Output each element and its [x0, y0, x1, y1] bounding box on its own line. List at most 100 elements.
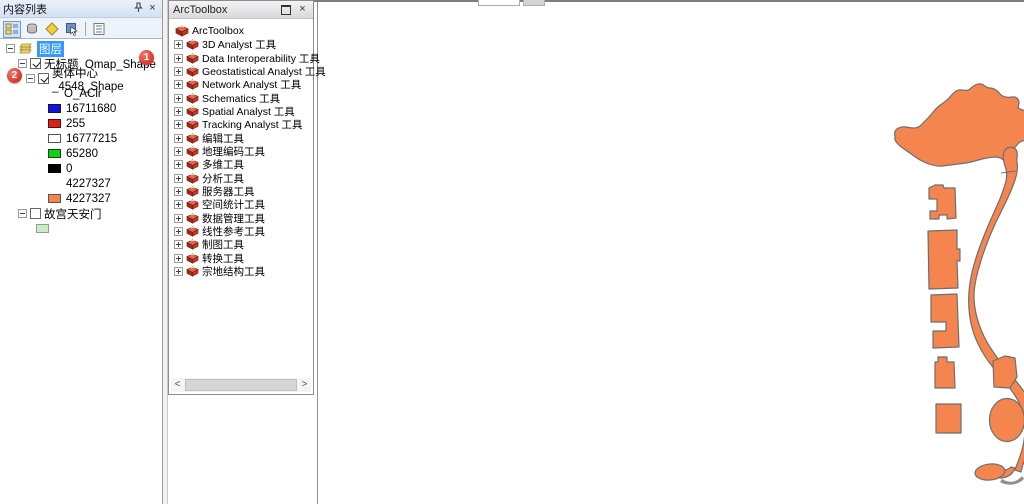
arctoolbox-tree: ArcToolbox 3D Analyst 工具 Data Interopera… — [169, 19, 313, 278]
expand-icon[interactable] — [174, 240, 183, 249]
map-building-3 — [931, 294, 959, 348]
legend-value-label: 4227327 — [66, 178, 111, 190]
toolbox-item[interactable]: 数据管理工具 — [174, 211, 313, 224]
toolbox-icon — [186, 93, 199, 104]
arctoolbox-title: ArcToolbox — [173, 4, 281, 16]
scroll-left-icon[interactable]: < — [171, 378, 184, 392]
expand-icon[interactable] — [174, 254, 183, 263]
arctoolbox-titlebar: ArcToolbox × — [169, 1, 313, 19]
toolbox-item[interactable]: Schematics 工具 — [174, 91, 313, 104]
arctoolbox-root-label[interactable]: ArcToolbox — [192, 25, 244, 37]
toolbox-item[interactable]: 服务器工具 — [174, 185, 313, 198]
toolbox-item[interactable]: Spatial Analyst 工具 — [174, 105, 313, 118]
tree-item-layer2[interactable]: 奥体中心_4548_Shape — [0, 71, 162, 86]
list-by-drawing-order-button[interactable] — [3, 21, 21, 38]
layer3-visibility-checkbox[interactable] — [30, 208, 41, 219]
map-building-1 — [929, 185, 956, 219]
toolbox-item[interactable]: 空间统计工具 — [174, 198, 313, 211]
toolbox-icon — [186, 266, 199, 277]
map-polygon-stadium-circle — [990, 399, 1024, 442]
close-icon[interactable]: × — [146, 3, 159, 14]
options-button[interactable] — [90, 21, 108, 38]
layer2-legend: 16711680 255 16777215 65280 — [0, 101, 162, 206]
toolbar-button-remnant[interactable] — [523, 0, 545, 6]
tree-item-layers-root[interactable]: 图层 — [0, 41, 162, 56]
scroll-right-icon[interactable]: > — [298, 378, 311, 392]
toolbox-item[interactable]: Tracking Analyst 工具 — [174, 118, 313, 131]
expand-icon[interactable] — [174, 147, 183, 156]
toolbox-item[interactable]: 制图工具 — [174, 238, 313, 251]
arctoolbox-root-item[interactable]: ArcToolbox — [174, 23, 313, 38]
expand-icon[interactable] — [174, 94, 183, 103]
legend-item[interactable]: 65280 — [0, 146, 162, 161]
layers-root-label[interactable]: 图层 — [37, 41, 64, 57]
expand-icon[interactable] — [174, 134, 183, 143]
toolbox-item[interactable]: 转换工具 — [174, 252, 313, 265]
toolbox-item[interactable]: Geostatistical Analyst 工具 — [174, 65, 313, 78]
collapse-icon[interactable] — [6, 44, 15, 53]
map-view[interactable] — [317, 0, 1024, 504]
expand-icon[interactable] — [174, 80, 183, 89]
legend-item[interactable]: 16777215 — [0, 131, 162, 146]
expand-icon[interactable] — [174, 174, 183, 183]
close-icon[interactable]: × — [296, 4, 309, 15]
expand-icon[interactable] — [174, 120, 183, 129]
legend-swatch[interactable] — [48, 104, 61, 113]
expand-icon[interactable] — [174, 40, 183, 49]
collapse-icon[interactable] — [26, 74, 35, 83]
legend-swatch[interactable] — [48, 149, 61, 158]
legend-item[interactable]: 4227327 — [0, 176, 162, 191]
toolbox-item[interactable]: 线性参考工具 — [174, 225, 313, 238]
map-canvas[interactable] — [318, 0, 1024, 504]
legend-item[interactable]: 4227327 — [0, 191, 162, 206]
toolbox-item[interactable]: 地理编码工具 — [174, 145, 313, 158]
legend-item[interactable]: 16711680 — [0, 101, 162, 116]
collapse-icon[interactable] — [18, 59, 27, 68]
toolbar-separator — [85, 22, 86, 36]
toolbox-item[interactable]: 分析工具 — [174, 171, 313, 184]
toolbox-item[interactable]: 宗地结构工具 — [174, 265, 313, 278]
toolbox-item[interactable]: Network Analyst 工具 — [174, 78, 313, 91]
toolbox-icon — [186, 199, 199, 210]
legend-swatch[interactable] — [48, 134, 61, 143]
legend-value-label: 65280 — [66, 148, 98, 160]
legend-swatch[interactable] — [48, 164, 61, 173]
expand-icon[interactable] — [174, 214, 183, 223]
toolbox-item[interactable]: Data Interoperability 工具 — [174, 51, 313, 64]
toolbox-icon — [186, 146, 199, 157]
expand-icon[interactable] — [174, 267, 183, 276]
toolbox-item-label[interactable]: 宗地结构工具 — [202, 264, 265, 279]
layer3-symbol-swatch[interactable] — [36, 224, 49, 233]
expand-icon[interactable] — [174, 107, 183, 116]
scrollbar-thumb[interactable] — [185, 379, 297, 391]
expand-icon[interactable] — [174, 227, 183, 236]
toc-titlebar: 内容列表 × — [0, 0, 162, 18]
expand-icon[interactable] — [174, 67, 183, 76]
layers-icon — [18, 43, 34, 55]
legend-swatch[interactable] — [48, 194, 61, 203]
list-by-visibility-button[interactable] — [43, 21, 61, 38]
expand-icon[interactable] — [174, 160, 183, 169]
legend-swatch[interactable] — [48, 119, 61, 128]
legend-item[interactable]: 255 — [0, 116, 162, 131]
map-polygon-pond-small — [974, 462, 1006, 481]
layer2-visibility-checkbox[interactable] — [38, 73, 49, 84]
toolbox-item[interactable]: 编辑工具 — [174, 131, 313, 144]
layer1-visibility-checkbox[interactable] — [30, 58, 41, 69]
expand-icon[interactable] — [174, 54, 183, 63]
tree-item-layer3[interactable]: 故宫天安门 — [0, 206, 162, 221]
pin-icon[interactable] — [133, 2, 146, 16]
toolbox-item[interactable]: 3D Analyst 工具 — [174, 38, 313, 51]
legend-swatch[interactable] — [48, 179, 61, 188]
list-by-selection-button[interactable] — [63, 21, 81, 38]
layer3-label[interactable]: 故宫天安门 — [44, 206, 102, 222]
expand-icon[interactable] — [174, 200, 183, 209]
maximize-icon[interactable] — [281, 5, 291, 15]
toolbox-item[interactable]: 多维工具 — [174, 158, 313, 171]
expand-icon[interactable] — [174, 187, 183, 196]
legend-item[interactable]: 0 — [0, 161, 162, 176]
scale-input-remnant[interactable] — [478, 0, 520, 6]
horizontal-scrollbar[interactable]: < > — [171, 378, 311, 392]
collapse-icon[interactable] — [18, 209, 27, 218]
list-by-source-button[interactable] — [23, 21, 41, 38]
